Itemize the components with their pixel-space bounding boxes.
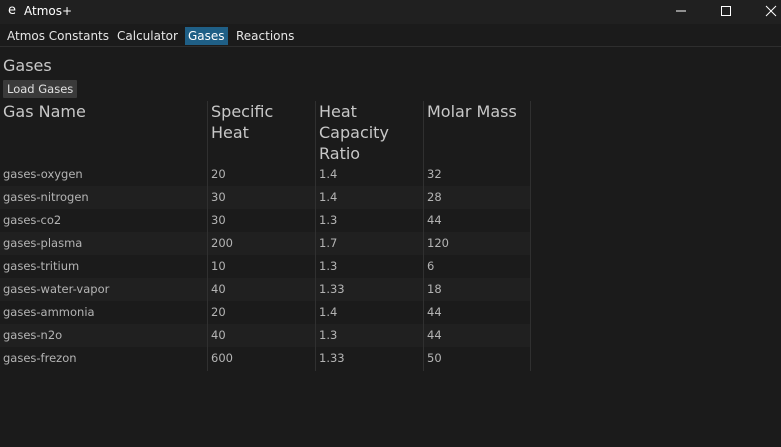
table-row: gases-n2o 40 1.3 44	[0, 324, 531, 347]
specific-heat-cell: 20	[211, 167, 226, 181]
table-row: gases-tritium 10 1.3 6	[0, 255, 531, 278]
molar-mass-cell: 32	[427, 167, 442, 181]
heat-capacity-ratio-cell: 1.33	[319, 351, 345, 365]
molar-mass-cell: 18	[427, 282, 442, 296]
header-line: Ratio	[319, 144, 361, 163]
specific-heat-cell: 40	[211, 328, 226, 342]
table-row: gases-frezon 600 1.33 50	[0, 347, 531, 370]
tab-divider	[0, 46, 781, 47]
gas-name-cell: gases-frezon	[3, 351, 77, 365]
header-molar-mass: Molar Mass	[427, 101, 517, 122]
table-row: gases-water-vapor 40 1.33 18	[0, 278, 531, 301]
header-line: Gas Name	[3, 102, 86, 121]
minimize-button[interactable]	[658, 0, 704, 22]
heat-capacity-ratio-cell: 1.4	[319, 190, 338, 204]
maximize-icon	[721, 6, 731, 16]
tab-reactions[interactable]: Reactions	[233, 27, 297, 45]
tab-atmos-constants[interactable]: Atmos Constants	[4, 27, 112, 45]
molar-mass-cell: 44	[427, 213, 442, 227]
gas-name-cell: gases-nitrogen	[3, 190, 89, 204]
header-gas-name: Gas Name	[3, 101, 86, 122]
molar-mass-cell: 50	[427, 351, 442, 365]
specific-heat-cell: 30	[211, 213, 226, 227]
specific-heat-cell: 200	[211, 236, 233, 250]
app-window: e Atmos+ Atmos Constants Calculator Gase…	[0, 0, 781, 447]
tab-gases[interactable]: Gases	[185, 27, 228, 45]
specific-heat-cell: 30	[211, 190, 226, 204]
title-bar[interactable]: e Atmos+	[0, 0, 781, 24]
table-row: gases-oxygen 20 1.4 32	[0, 163, 531, 186]
header-line: Molar Mass	[427, 102, 517, 121]
header-heat-capacity-ratio: Heat Capacity Ratio	[319, 101, 389, 164]
table-row: gases-plasma 200 1.7 120	[0, 232, 531, 255]
heat-capacity-ratio-cell: 1.7	[319, 236, 338, 250]
gas-name-cell: gases-oxygen	[3, 167, 83, 181]
header-line: Heat	[211, 123, 249, 142]
column-divider	[315, 101, 316, 371]
specific-heat-cell: 20	[211, 305, 226, 319]
heat-capacity-ratio-cell: 1.4	[319, 167, 338, 181]
molar-mass-cell: 120	[427, 236, 449, 250]
table-row: gases-nitrogen 30 1.4 28	[0, 186, 531, 209]
molar-mass-cell: 28	[427, 190, 442, 204]
heat-capacity-ratio-cell: 1.3	[319, 213, 338, 227]
header-line: Heat	[319, 102, 357, 121]
maximize-button[interactable]	[703, 0, 749, 22]
app-icon: e	[8, 3, 16, 18]
header-specific-heat: Specific Heat	[211, 101, 273, 143]
tab-bar: Atmos Constants Calculator Gases Reactio…	[0, 26, 781, 46]
gas-name-cell: gases-plasma	[3, 236, 83, 250]
minimize-icon	[676, 10, 686, 12]
table-row: gases-co2 30 1.3 44	[0, 209, 531, 232]
molar-mass-cell: 44	[427, 328, 442, 342]
gas-name-cell: gases-ammonia	[3, 305, 95, 319]
column-divider	[423, 101, 424, 371]
gas-name-cell: gases-n2o	[3, 328, 63, 342]
specific-heat-cell: 600	[211, 351, 233, 365]
gas-name-cell: gases-co2	[3, 213, 62, 227]
header-line: Capacity	[319, 123, 389, 142]
load-gases-button[interactable]: Load Gases	[3, 80, 78, 98]
column-divider	[530, 101, 531, 371]
tab-calculator[interactable]: Calculator	[114, 27, 181, 45]
heat-capacity-ratio-cell: 1.3	[319, 259, 338, 273]
close-icon	[765, 5, 777, 17]
heat-capacity-ratio-cell: 1.3	[319, 328, 338, 342]
window-title: Atmos+	[24, 4, 73, 18]
specific-heat-cell: 40	[211, 282, 226, 296]
gas-name-cell: gases-water-vapor	[3, 282, 110, 296]
header-line: Specific	[211, 102, 274, 121]
specific-heat-cell: 10	[211, 259, 226, 273]
column-divider	[207, 101, 208, 371]
molar-mass-cell: 6	[427, 259, 435, 273]
gas-name-cell: gases-tritium	[3, 259, 80, 273]
heat-capacity-ratio-cell: 1.33	[319, 282, 345, 296]
table-row: gases-ammonia 20 1.4 44	[0, 301, 531, 324]
page-title: Gases	[3, 56, 52, 75]
close-button[interactable]	[748, 0, 781, 22]
heat-capacity-ratio-cell: 1.4	[319, 305, 338, 319]
molar-mass-cell: 44	[427, 305, 442, 319]
